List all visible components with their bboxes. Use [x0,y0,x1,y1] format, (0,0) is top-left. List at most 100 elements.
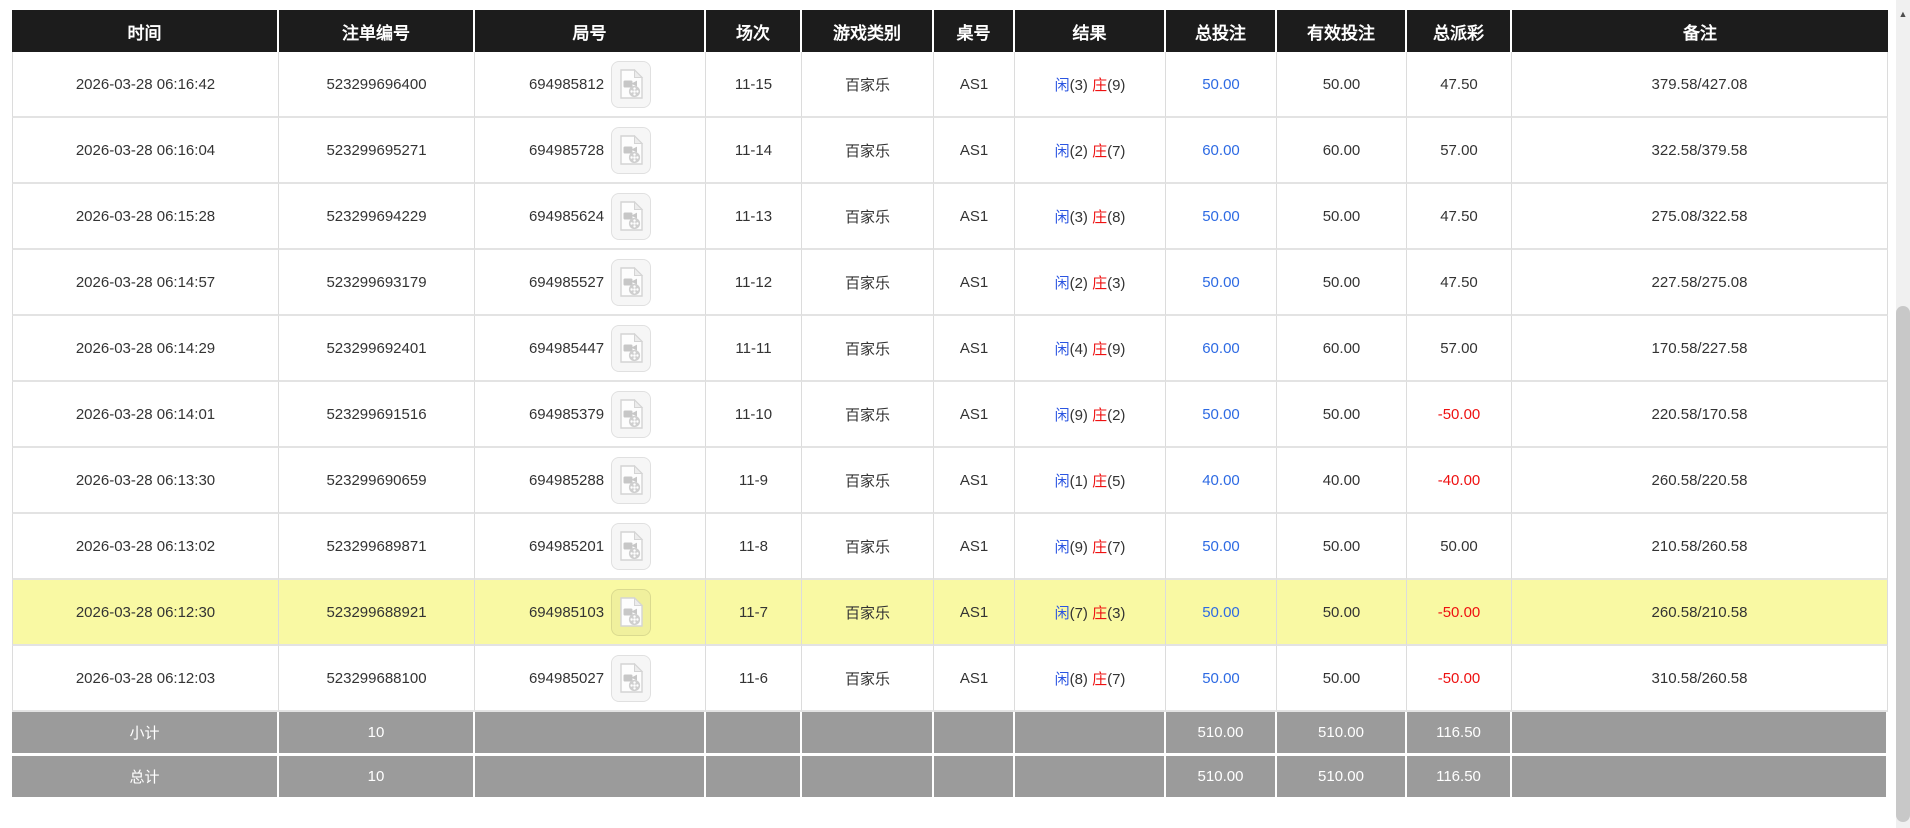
round-number: 694985624 [528,207,605,225]
table-row: 2026-03-28 06:14:29 523299692401 694985447… [12,316,1888,382]
cell-round: 694985027 [475,646,706,712]
summary-cell-valid_bet: 510.00 [1277,712,1407,756]
vertical-scrollbar[interactable]: ▲ [1896,0,1910,828]
round-cell: 694985728 [529,126,652,174]
video-file-icon [619,663,643,693]
summary-cell-total_bet: 510.00 [1166,756,1277,800]
cell-round: 694985812 [475,52,706,118]
video-replay-button[interactable] [611,522,652,570]
round-cell: 694985201 [529,522,652,570]
summary-cell-game [802,712,934,756]
scroll-up-button[interactable]: ▲ [1896,6,1910,22]
cell-session: 11-8 [706,514,802,580]
cell-payout: -50.00 [1407,646,1512,712]
video-replay-button[interactable] [611,588,652,636]
video-replay-button[interactable] [611,456,652,504]
result-player-label: 闲 [1054,142,1070,160]
cell-payout: -50.00 [1407,382,1512,448]
video-replay-button[interactable] [611,324,652,372]
cell-bet_id: 523299691516 [279,382,475,448]
total-bet-link[interactable]: 40.00 [1202,472,1240,489]
summary-cell-session [706,712,802,756]
bet-records-panel: 时间 注单编号 局号 场次 游戏类别 桌号 结果 总投注 有效投注 总派彩 备注 2026-03-2… [12,10,1888,800]
table-row: 2026-03-28 06:16:04 523299695271 694985728… [12,118,1888,184]
cell-result: 闲(2) 庄(3) [1015,250,1166,316]
video-replay-button[interactable] [611,258,652,306]
cell-valid_bet: 60.00 [1277,316,1407,382]
round-cell: 694985527 [529,258,652,306]
cell-round: 694985288 [475,448,706,514]
total-bet-link[interactable]: 50.00 [1202,406,1240,423]
cell-time: 2026-03-28 06:15:28 [12,184,279,250]
total-bet-link[interactable]: 50.00 [1202,538,1240,555]
cell-result: 闲(1) 庄(5) [1015,448,1166,514]
column-header-table_no: 桌号 [934,10,1015,52]
video-replay-button[interactable] [611,390,652,438]
cell-payout: 57.00 [1407,316,1512,382]
video-replay-button[interactable] [611,126,652,174]
result-player-label: 闲 [1054,670,1070,688]
cell-result: 闲(3) 庄(8) [1015,184,1166,250]
result-banker-label: 庄 [1092,340,1108,358]
cell-valid_bet: 50.00 [1277,382,1407,448]
cell-bet_id: 523299693179 [279,250,475,316]
cell-payout: 47.50 [1407,184,1512,250]
cell-time: 2026-03-28 06:13:02 [12,514,279,580]
payout-value: -50.00 [1437,669,1481,687]
payout-value: -50.00 [1437,603,1481,621]
cell-remark: 227.58/275.08 [1512,250,1888,316]
total-bet-link[interactable]: 50.00 [1202,670,1240,687]
cell-remark: 322.58/379.58 [1512,118,1888,184]
cell-game: 百家乐 [802,448,934,514]
video-replay-button[interactable] [611,60,652,108]
cell-valid_bet: 50.00 [1277,250,1407,316]
column-header-payout: 总派彩 [1407,10,1512,52]
cell-result: 闲(3) 庄(9) [1015,52,1166,118]
scrollbar-thumb[interactable] [1896,306,1910,822]
cell-table_no: AS1 [934,316,1015,382]
total-bet-link[interactable]: 60.00 [1202,340,1240,357]
round-cell: 694985288 [528,456,652,504]
table-row: 2026-03-28 06:14:01 523299691516 694985379… [12,382,1888,448]
cell-bet_id: 523299692401 [279,316,475,382]
cell-remark: 170.58/227.58 [1512,316,1888,382]
cell-session: 11-14 [706,118,802,184]
total-bet-link[interactable]: 50.00 [1202,208,1240,225]
cell-round: 694985447 [475,316,706,382]
video-file-icon [619,201,643,231]
summary-cell-round [475,712,706,756]
cell-time: 2026-03-28 06:14:01 [12,382,279,448]
video-replay-button[interactable] [611,654,652,702]
total-bet-link[interactable]: 50.00 [1202,604,1240,621]
total-bet-link[interactable]: 50.00 [1202,274,1240,291]
total-bet-link[interactable]: 50.00 [1202,76,1240,93]
cell-total_bet: 60.00 [1166,316,1277,382]
column-header-session: 场次 [706,10,802,52]
video-replay-button[interactable] [611,192,652,240]
table-row: 2026-03-28 06:16:42 523299696400 694985812… [12,52,1888,118]
cell-result: 闲(8) 庄(7) [1015,646,1166,712]
cell-total_bet: 60.00 [1166,118,1277,184]
result-banker-label: 庄 [1092,472,1108,490]
cell-table_no: AS1 [934,646,1015,712]
cell-time: 2026-03-28 06:14:29 [12,316,279,382]
round-number: 694985288 [528,471,605,489]
summary-cell-bet_id: 10 [279,756,475,800]
cell-result: 闲(7) 庄(3) [1015,580,1166,646]
cell-time: 2026-03-28 06:14:57 [12,250,279,316]
table-row: 2026-03-28 06:13:30 523299690659 694985288… [12,448,1888,514]
table-row: 2026-03-28 06:12:03 523299688100 694985027… [12,646,1888,712]
round-number: 694985103 [528,603,605,621]
result-banker-label: 庄 [1092,274,1108,292]
column-header-bet_id: 注单编号 [279,10,475,52]
summary-cell-bet_id: 10 [279,712,475,756]
result-player-label: 闲 [1054,274,1070,292]
total-bet-link[interactable]: 60.00 [1202,142,1240,159]
cell-session: 11-6 [706,646,802,712]
result-player-label: 闲 [1054,472,1070,490]
cell-remark: 260.58/210.58 [1512,580,1888,646]
cell-total_bet: 50.00 [1166,514,1277,580]
cell-remark: 379.58/427.08 [1512,52,1888,118]
cell-payout: 47.50 [1407,52,1512,118]
column-header-valid_bet: 有效投注 [1277,10,1407,52]
